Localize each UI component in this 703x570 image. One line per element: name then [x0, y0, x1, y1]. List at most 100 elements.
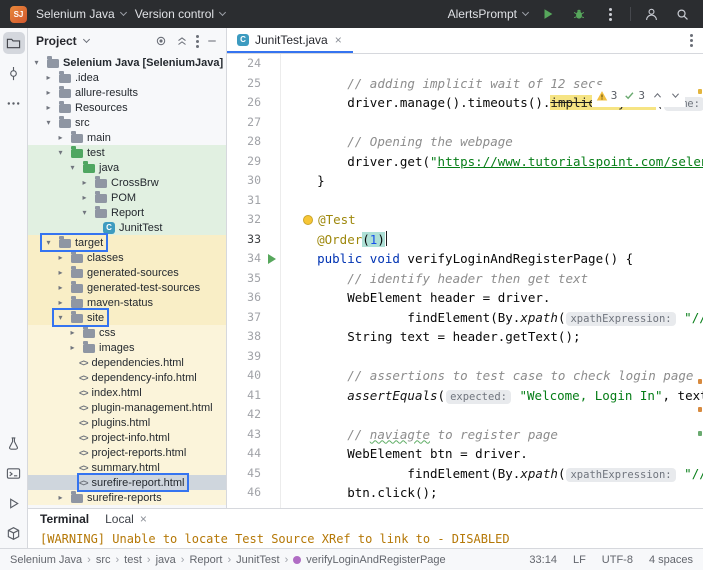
- caret-position[interactable]: 33:14: [529, 554, 557, 566]
- tree-item-maven-status[interactable]: maven-status: [28, 295, 226, 310]
- checks-indicator[interactable]: 3: [624, 86, 645, 106]
- collapse-all-icon[interactable]: [175, 34, 189, 48]
- chevron-expanded-icon[interactable]: [66, 160, 79, 175]
- inspections-widget[interactable]: 3 3: [592, 85, 685, 107]
- breadcrumb-report[interactable]: Report: [189, 554, 222, 566]
- search-everywhere-button[interactable]: [671, 3, 693, 25]
- code-line-40[interactable]: // assertions to test case to check logi…: [287, 366, 703, 386]
- breadcrumb-test[interactable]: test: [124, 554, 142, 566]
- tree-item-surefire-report-html[interactable]: surefire-report.html: [28, 475, 226, 490]
- code-line-41[interactable]: assertEquals(expected: "Welcome, Login I…: [287, 386, 703, 406]
- tree-item-report[interactable]: Report: [28, 205, 226, 220]
- breadcrumb-method[interactable]: verifyLoginAndRegisterPage: [306, 554, 445, 566]
- tree-item-selenium-java-seleniumjava[interactable]: Selenium Java [SeleniumJava]~/IdeaProje.…: [28, 55, 226, 70]
- code-line-45[interactable]: findElement(By.xpath(xpathExpression: "/…: [287, 464, 703, 484]
- chevron-expanded-icon[interactable]: [78, 205, 91, 220]
- build-tool-button[interactable]: [3, 522, 25, 544]
- run-tool-button[interactable]: [3, 492, 25, 514]
- tree-item-dependencies-html[interactable]: dependencies.html: [28, 355, 226, 370]
- tree-item-src[interactable]: src: [28, 115, 226, 130]
- tree-item-index-html[interactable]: index.html: [28, 385, 226, 400]
- code-line-37[interactable]: findElement(By.xpath(xpathExpression: "/…: [287, 308, 703, 328]
- terminal-tab-local[interactable]: Local: [105, 512, 148, 526]
- breadcrumb-src[interactable]: src: [96, 554, 111, 566]
- tree-item-project-info-html[interactable]: project-info.html: [28, 430, 226, 445]
- intention-bulb-icon[interactable]: [303, 215, 313, 225]
- tree-item-target[interactable]: target: [28, 235, 226, 250]
- tree-item-main[interactable]: main: [28, 130, 226, 145]
- terminal-tool-button[interactable]: [3, 462, 25, 484]
- chevron-collapsed-icon[interactable]: [54, 265, 67, 280]
- code-line-42[interactable]: [287, 405, 703, 425]
- code-line-31[interactable]: [287, 191, 703, 211]
- code-line-30[interactable]: }: [287, 171, 703, 191]
- breadcrumb-junittest[interactable]: JunitTest: [236, 554, 279, 566]
- chevron-expanded-icon[interactable]: [42, 115, 55, 130]
- tree-item-test[interactable]: test: [28, 145, 226, 160]
- code-line-43[interactable]: // naviagte to register page: [287, 425, 703, 445]
- code-line-29[interactable]: driver.get("https://www.tutorialspoint.c…: [287, 152, 703, 172]
- profile-button[interactable]: [640, 3, 662, 25]
- tree-item-plugins-html[interactable]: plugins.html: [28, 415, 226, 430]
- chevron-collapsed-icon[interactable]: [66, 340, 79, 355]
- tree-item-classes[interactable]: classes: [28, 250, 226, 265]
- run-button[interactable]: [537, 3, 559, 25]
- tree-item-generated-test-sources[interactable]: generated-test-sources: [28, 280, 226, 295]
- tree-item-project-reports-html[interactable]: project-reports.html: [28, 445, 226, 460]
- locate-file-icon[interactable]: [154, 34, 168, 48]
- code-line-24[interactable]: [287, 54, 703, 74]
- chevron-collapsed-icon[interactable]: [42, 100, 55, 115]
- hide-panel-icon[interactable]: [206, 35, 218, 47]
- code-line-34[interactable]: public void verifyLoginAndRegisterPage()…: [287, 249, 703, 269]
- code-line-36[interactable]: WebElement header = driver.: [287, 288, 703, 308]
- tree-item-java[interactable]: java: [28, 160, 226, 175]
- debug-button[interactable]: [568, 3, 590, 25]
- tree-item-junittest[interactable]: JunitTest: [28, 220, 226, 235]
- panel-options-icon[interactable]: [196, 40, 199, 43]
- next-issue-icon[interactable]: [670, 90, 681, 101]
- run-test-icon[interactable]: [268, 254, 276, 264]
- chevron-collapsed-icon[interactable]: [54, 295, 67, 310]
- tests-tool-button[interactable]: [3, 432, 25, 454]
- project-tool-button[interactable]: [3, 32, 25, 54]
- chevron-expanded-icon[interactable]: [54, 145, 67, 160]
- prev-issue-icon[interactable]: [652, 90, 663, 101]
- commit-tool-button[interactable]: [3, 62, 25, 84]
- chevron-expanded-icon[interactable]: [54, 310, 67, 325]
- tree-item-dependency-info-html[interactable]: dependency-info.html: [28, 370, 226, 385]
- terminal-panel-title[interactable]: Terminal: [40, 512, 89, 526]
- chevron-down-icon[interactable]: [83, 36, 90, 43]
- more-actions-button[interactable]: [599, 3, 621, 25]
- chevron-expanded-icon[interactable]: [42, 235, 55, 250]
- encoding[interactable]: UTF-8: [602, 554, 633, 566]
- chevron-collapsed-icon[interactable]: [54, 490, 67, 505]
- breadcrumb-java[interactable]: java: [156, 554, 176, 566]
- chevron-collapsed-icon[interactable]: [78, 175, 91, 190]
- tree-item-css[interactable]: css: [28, 325, 226, 340]
- close-terminal-tab-icon[interactable]: [139, 513, 148, 525]
- tree-item-resources[interactable]: Resources: [28, 100, 226, 115]
- chevron-collapsed-icon[interactable]: [42, 70, 55, 85]
- code-line-44[interactable]: WebElement btn = driver.: [287, 444, 703, 464]
- code-line-33[interactable]: @Order(1): [287, 230, 703, 250]
- tree-item-site[interactable]: site: [28, 310, 226, 325]
- code-line-32[interactable]: @Test: [287, 210, 703, 230]
- chevron-collapsed-icon[interactable]: [54, 250, 67, 265]
- chevron-collapsed-icon[interactable]: [66, 325, 79, 340]
- breadcrumb-selenium-java[interactable]: Selenium Java: [10, 554, 82, 566]
- tab-junittest-java[interactable]: JunitTest.java: [227, 28, 353, 53]
- close-tab-icon[interactable]: [334, 34, 343, 46]
- chevron-collapsed-icon[interactable]: [42, 85, 55, 100]
- chevron-collapsed-icon[interactable]: [54, 280, 67, 295]
- project-panel-title[interactable]: Project: [36, 34, 77, 48]
- code-line-35[interactable]: // identify header then get text: [287, 269, 703, 289]
- chevron-collapsed-icon[interactable]: [78, 190, 91, 205]
- tree-item-summary-html[interactable]: summary.html: [28, 460, 226, 475]
- tree-item-idea[interactable]: .idea: [28, 70, 226, 85]
- line-ending[interactable]: LF: [573, 554, 586, 566]
- tree-item-generated-sources[interactable]: generated-sources: [28, 265, 226, 280]
- tree-item-plugin-management-html[interactable]: plugin-management.html: [28, 400, 226, 415]
- breadcrumbs[interactable]: Selenium Java›src›test›java›Report›Junit…: [10, 554, 446, 566]
- code-line-27[interactable]: [287, 113, 703, 133]
- tree-item-pom[interactable]: POM: [28, 190, 226, 205]
